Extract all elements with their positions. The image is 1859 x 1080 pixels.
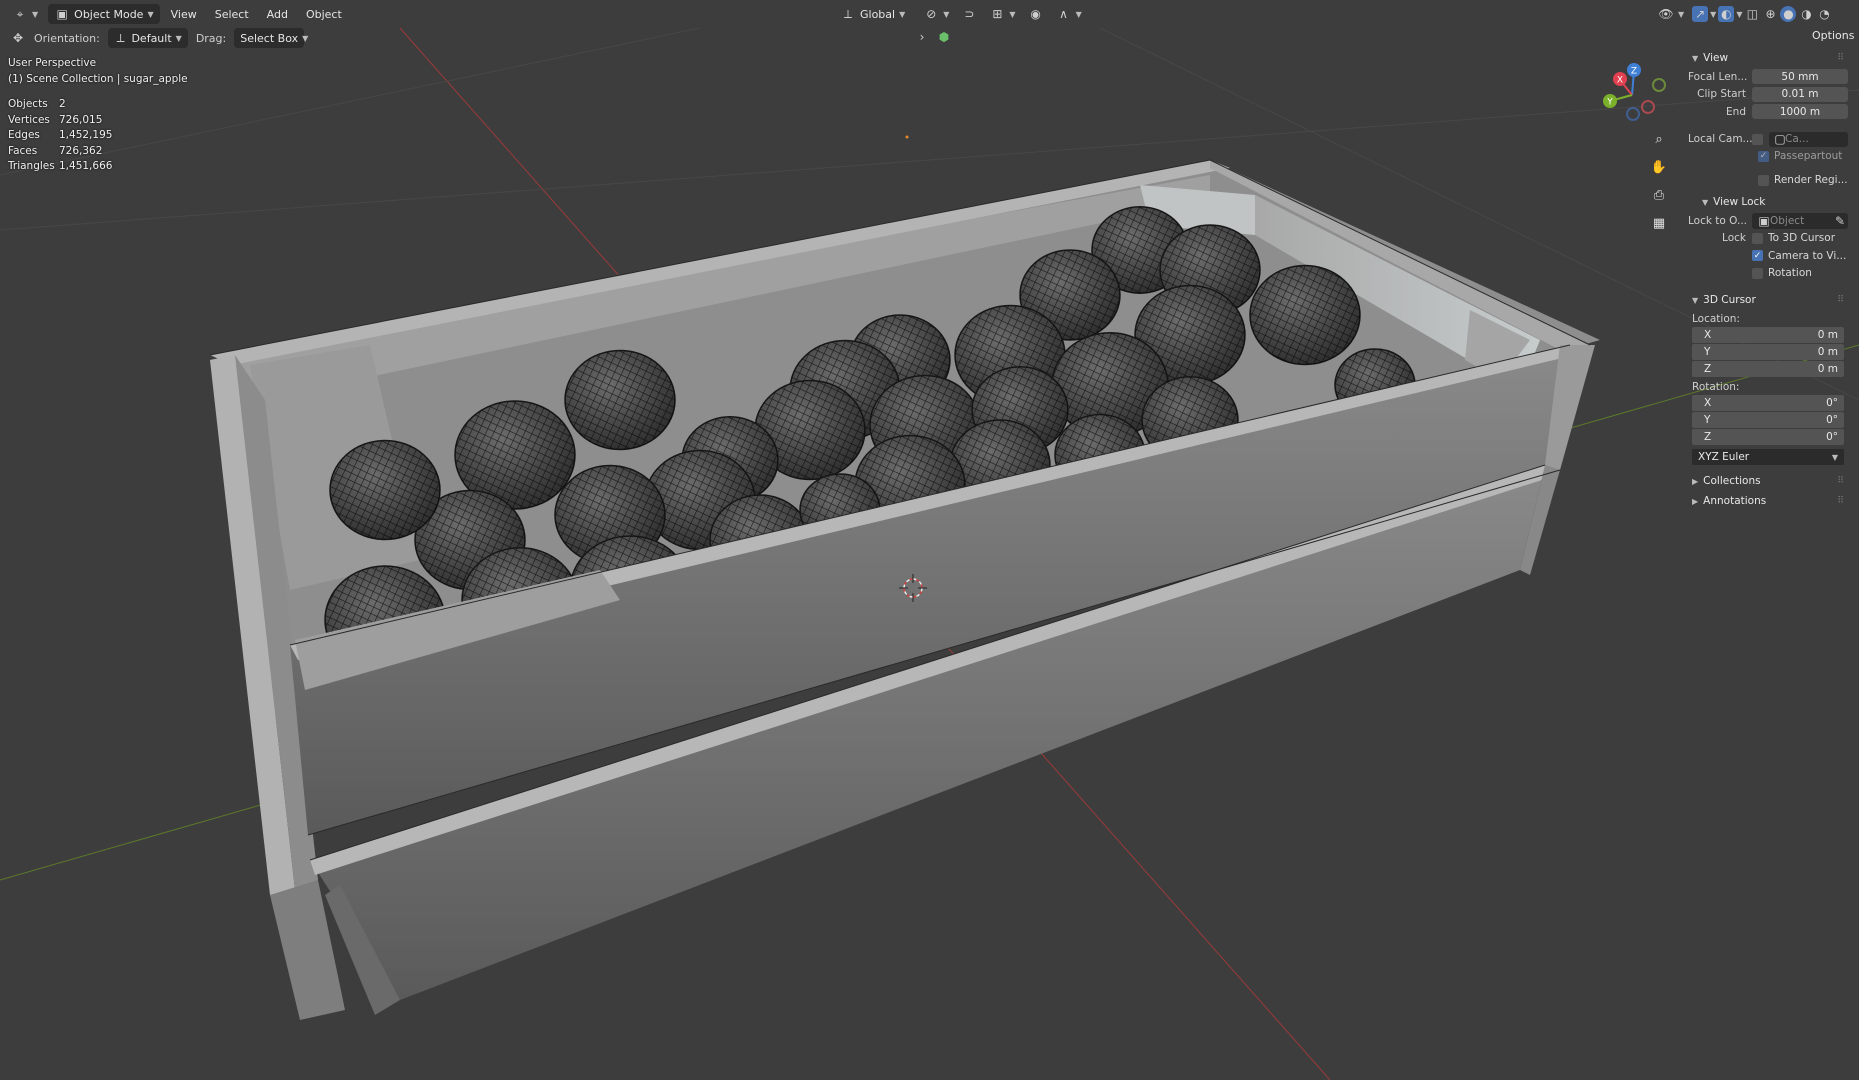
perspective-grid-icon[interactable]: ▦ bbox=[1648, 212, 1670, 234]
viewport-scene: Z X Y bbox=[0, 27, 1859, 1080]
clip-end-field[interactable]: 1000 m bbox=[1752, 104, 1848, 120]
collection-name: (1) Scene Collection | sugar_apple bbox=[8, 72, 188, 85]
drag-dropdown[interactable]: Select Box ▼ bbox=[234, 28, 308, 48]
cursor-rotation-x[interactable]: X 0° bbox=[1692, 395, 1844, 411]
chevron-down-icon: ▼ bbox=[1692, 53, 1699, 63]
transform-orientation-label: Global bbox=[860, 7, 896, 21]
asset-shelf-icon[interactable]: ⬢ bbox=[936, 29, 952, 45]
n-panel-sidebar: ▼ View ⠿ Focal Len... 50 mm Clip Start 0.0… bbox=[1688, 48, 1848, 588]
menu-view[interactable]: View bbox=[164, 4, 204, 24]
viewport-info-overlay: User Perspective (1) Scene Collection | … bbox=[8, 56, 188, 87]
gizmo-x-label: X bbox=[1617, 76, 1623, 86]
stat-row: Faces 726,362 bbox=[8, 144, 103, 157]
panel-view-header[interactable]: ▼ View ⠿ bbox=[1688, 48, 1848, 68]
gizmo-y-label: Y bbox=[1606, 98, 1613, 108]
panel-annotations-header[interactable]: ▶ Annotations ⠿ bbox=[1688, 491, 1848, 511]
falloff-icon: ∧ bbox=[1059, 7, 1068, 21]
passepartout-checkbox[interactable]: ✓ Passepartout bbox=[1688, 148, 1848, 164]
cursor-rotation-y[interactable]: Y 0° bbox=[1692, 412, 1844, 428]
camera-to-view-checkbox[interactable]: ✓ Camera to Vi... bbox=[1752, 248, 1846, 264]
solid-shading-icon[interactable]: ● bbox=[1780, 6, 1797, 22]
camera-icon: ▢ bbox=[1774, 132, 1786, 147]
orientation-value: Default bbox=[131, 31, 172, 45]
render-region-checkbox[interactable]: Render Regi... bbox=[1688, 172, 1848, 188]
wireframe-shading-icon[interactable]: ⊕ bbox=[1762, 6, 1778, 22]
pan-hand-icon[interactable]: ✋ bbox=[1648, 156, 1670, 178]
panel-collections-header[interactable]: ▶ Collections ⠿ bbox=[1688, 471, 1848, 491]
tool-settings-bar: ✥ Orientation: ⟂ Default ▼ Drag: Select … bbox=[0, 27, 1700, 49]
navigation-gizmo: Z X Y bbox=[1603, 63, 1666, 121]
menu-select[interactable]: Select bbox=[208, 4, 256, 24]
lock-object-field[interactable]: ▣ Object ✎ bbox=[1752, 212, 1848, 229]
options-dropdown[interactable]: Options bbox=[1812, 29, 1854, 42]
menu-object[interactable]: Object bbox=[299, 4, 349, 24]
orientation-label: Orientation: bbox=[34, 31, 100, 45]
pivot-icon: ⊘ bbox=[926, 7, 937, 21]
rendered-shading-icon[interactable]: ◔ bbox=[1816, 6, 1832, 22]
viewport-header: ⌖ ▼ ▣ Object Mode ▼ View Select Add Objec… bbox=[0, 0, 1859, 28]
cursor-location-y[interactable]: Y0 m bbox=[1692, 344, 1844, 360]
view-name: User Perspective bbox=[8, 57, 97, 69]
drag-value: Select Box bbox=[240, 31, 299, 45]
lock-to-3d-cursor-checkbox[interactable]: To 3D Cursor bbox=[1752, 230, 1835, 246]
rotation-mode-dropdown[interactable]: XYZ Euler ▼ bbox=[1692, 449, 1844, 465]
overlay-toggle-icon[interactable]: ◐ bbox=[1718, 6, 1735, 22]
stat-row: Objects 2 bbox=[8, 98, 66, 110]
snap-target-dropdown[interactable]: ⊞ ▼ bbox=[983, 4, 1021, 24]
drag-label: Drag: bbox=[195, 31, 227, 45]
clip-start-field[interactable]: 0.01 m bbox=[1752, 86, 1848, 102]
chevron-down-icon: ▼ bbox=[147, 9, 154, 19]
mode-label: Object Mode bbox=[74, 7, 144, 21]
scene-statistics: Objects 2 Vertices 726,015 Edges 1,452,195 … bbox=[8, 97, 112, 175]
eye-icon: 👁 bbox=[1658, 7, 1674, 21]
menu-add[interactable]: Add bbox=[260, 4, 295, 24]
falloff-dropdown[interactable]: ∧ ▼ bbox=[1050, 4, 1088, 24]
pivot-point-dropdown[interactable]: ⊘ ▼ bbox=[917, 4, 955, 24]
snap-grid-icon: ⊞ bbox=[992, 7, 1003, 21]
cursor-location-z[interactable]: Z0 m bbox=[1692, 361, 1844, 377]
mode-dropdown[interactable]: ▣ Object Mode ▼ bbox=[48, 4, 160, 24]
focal-length-field[interactable]: 50 mm bbox=[1752, 69, 1848, 85]
lock-rotation-checkbox[interactable]: Rotation bbox=[1752, 265, 1812, 281]
cursor-location-x[interactable]: X0 m bbox=[1692, 327, 1844, 343]
xray-icon[interactable]: ◫ bbox=[1744, 6, 1760, 22]
local-camera-checkbox[interactable] bbox=[1752, 133, 1763, 145]
proportional-edit-icon[interactable]: ◉ bbox=[1028, 6, 1044, 22]
zoom-icon[interactable]: ⌕ bbox=[1648, 128, 1670, 150]
transform-tool-icon[interactable]: ✥ bbox=[10, 30, 26, 46]
visibility-dropdown[interactable]: 👁 ▼ bbox=[1652, 4, 1690, 24]
cursor-rotation-z[interactable]: Z 0° bbox=[1692, 429, 1844, 445]
gizmo-toggle-icon[interactable]: ↗ bbox=[1692, 6, 1709, 22]
rotation-label: Rotation: bbox=[1692, 380, 1740, 393]
stat-row: Edges 1,452,195 bbox=[8, 129, 113, 141]
eyedropper-icon[interactable]: ✎ bbox=[1832, 213, 1848, 229]
location-label: Location: bbox=[1692, 312, 1740, 325]
stat-row: Vertices 726,015 bbox=[8, 113, 103, 126]
gizmo-z-label: Z bbox=[1631, 67, 1637, 77]
camera-view-icon[interactable]: ⎙ bbox=[1648, 184, 1670, 206]
local-camera-field[interactable]: ▢ Ca... bbox=[1769, 131, 1848, 147]
object-mode-icon: ▣ bbox=[56, 7, 68, 21]
transform-orientation-dropdown[interactable]: ⟂ Global ▼ bbox=[834, 4, 911, 24]
snap-icon[interactable]: ⊃ bbox=[961, 6, 977, 22]
panel-3d-cursor-header[interactable]: ▼ 3D Cursor ⠿ bbox=[1688, 290, 1848, 310]
3d-viewport-icon: ⌖ bbox=[16, 6, 24, 21]
panel-view-lock-header[interactable]: ▼ View Lock bbox=[1688, 192, 1848, 212]
editor-type-button[interactable]: ⌖ ▼ bbox=[6, 4, 44, 24]
viewport-navigation: ⌕ ✋ ⎙ ▦ bbox=[1648, 128, 1670, 234]
axis-icon: ⟂ bbox=[116, 30, 125, 45]
orientation-dropdown[interactable]: ⟂ Default ▼ bbox=[107, 28, 188, 48]
blender-window: Z X Y ⌖ ▼ ▣ Object Mode ▼ View Select Add… bbox=[0, 0, 1859, 1080]
stat-row: Triangles 1,451,666 bbox=[8, 160, 113, 172]
3d-viewport[interactable]: Z X Y bbox=[0, 0, 1859, 1080]
object-icon: ▣ bbox=[1758, 213, 1770, 228]
material-shading-icon[interactable]: ◑ bbox=[1798, 6, 1814, 22]
orientation-icon: ⟂ bbox=[843, 6, 852, 21]
chevron-right-icon[interactable]: › bbox=[914, 29, 930, 45]
